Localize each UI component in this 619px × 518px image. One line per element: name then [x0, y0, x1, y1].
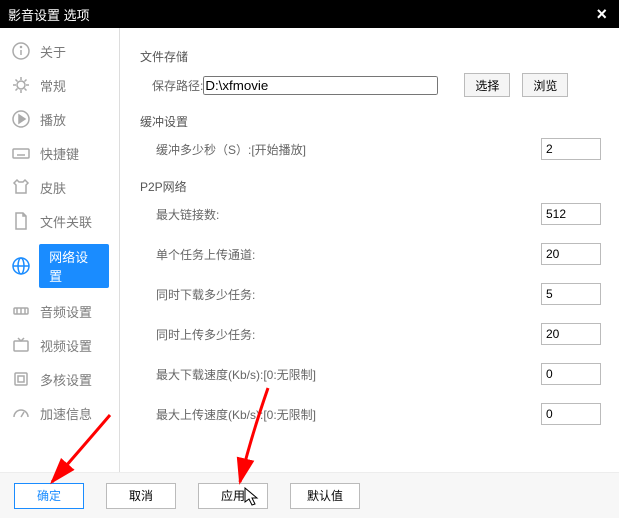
ok-button[interactable]: 确定 — [14, 483, 84, 509]
cpu-icon — [10, 368, 32, 390]
max-ul-speed-label: 最大上传速度(Kb/s):[0:无限制] — [156, 406, 541, 423]
gear-icon — [10, 74, 32, 96]
default-button[interactable]: 默认值 — [290, 483, 360, 509]
window-title: 影音设置 选项 — [8, 5, 90, 24]
single-upload-input[interactable] — [541, 243, 601, 265]
sidebar-item-general[interactable]: 常规 — [0, 68, 119, 102]
sidebar-item-hotkeys[interactable]: 快捷键 — [0, 136, 119, 170]
apply-button[interactable]: 应用 — [198, 483, 268, 509]
sidebar-item-label: 快捷键 — [40, 144, 79, 163]
concurrent-ul-label: 同时上传多少任务: — [156, 326, 541, 343]
footer: 确定 取消 应用 默认值 — [0, 472, 619, 518]
save-path-input[interactable] — [203, 76, 438, 95]
info-icon — [10, 40, 32, 62]
titlebar: 影音设置 选项 × — [0, 0, 619, 28]
p2p-title: P2P网络 — [140, 178, 601, 195]
concurrent-ul-input[interactable] — [541, 323, 601, 345]
max-conn-label: 最大链接数: — [156, 206, 541, 223]
sidebar: 关于 常规 播放 快捷键 皮肤 文件关联 网络设置 音频设置 — [0, 28, 120, 472]
sidebar-item-label: 加速信息 — [40, 404, 92, 423]
sidebar-item-label: 视频设置 — [40, 336, 92, 355]
file-icon — [10, 210, 32, 232]
tv-icon — [10, 334, 32, 356]
close-icon[interactable]: × — [592, 4, 611, 25]
sidebar-item-label: 文件关联 — [40, 212, 92, 231]
file-storage-title: 文件存储 — [140, 48, 601, 65]
keyboard-icon — [10, 142, 32, 164]
buffer-input[interactable] — [541, 138, 601, 160]
sidebar-item-network[interactable]: 网络设置 — [0, 238, 119, 294]
skin-icon — [10, 176, 32, 198]
sidebar-item-video[interactable]: 视频设置 — [0, 328, 119, 362]
audio-icon — [10, 300, 32, 322]
speed-icon — [10, 402, 32, 424]
play-icon — [10, 108, 32, 130]
sidebar-item-file-assoc[interactable]: 文件关联 — [0, 204, 119, 238]
sidebar-item-label: 网络设置 — [39, 244, 109, 288]
max-conn-input[interactable] — [541, 203, 601, 225]
sidebar-item-label: 皮肤 — [40, 178, 66, 197]
single-upload-label: 单个任务上传通道: — [156, 246, 541, 263]
sidebar-item-label: 常规 — [40, 76, 66, 95]
sidebar-item-playback[interactable]: 播放 — [0, 102, 119, 136]
concurrent-dl-label: 同时下载多少任务: — [156, 286, 541, 303]
sidebar-item-label: 关于 — [40, 42, 66, 61]
max-ul-speed-input[interactable] — [541, 403, 601, 425]
sidebar-item-label: 多核设置 — [40, 370, 92, 389]
cancel-button[interactable]: 取消 — [106, 483, 176, 509]
concurrent-dl-input[interactable] — [541, 283, 601, 305]
sidebar-item-label: 音频设置 — [40, 302, 92, 321]
browse-button[interactable]: 浏览 — [522, 73, 568, 97]
buffer-label: 缓冲多少秒（S）:[开始播放] — [156, 141, 541, 158]
sidebar-item-accel[interactable]: 加速信息 — [0, 396, 119, 430]
select-button[interactable]: 选择 — [464, 73, 510, 97]
sidebar-item-about[interactable]: 关于 — [0, 34, 119, 68]
sidebar-item-multicore[interactable]: 多核设置 — [0, 362, 119, 396]
save-path-label: 保存路径: — [152, 77, 203, 94]
sidebar-item-audio[interactable]: 音频设置 — [0, 294, 119, 328]
sidebar-item-label: 播放 — [40, 110, 66, 129]
max-dl-speed-label: 最大下载速度(Kb/s):[0:无限制] — [156, 366, 541, 383]
content-panel: 文件存储 保存路径: 选择 浏览 缓冲设置 缓冲多少秒（S）:[开始播放] P2… — [120, 28, 619, 472]
max-dl-speed-input[interactable] — [541, 363, 601, 385]
sidebar-item-skin[interactable]: 皮肤 — [0, 170, 119, 204]
globe-icon — [10, 255, 31, 277]
buffer-title: 缓冲设置 — [140, 113, 601, 130]
